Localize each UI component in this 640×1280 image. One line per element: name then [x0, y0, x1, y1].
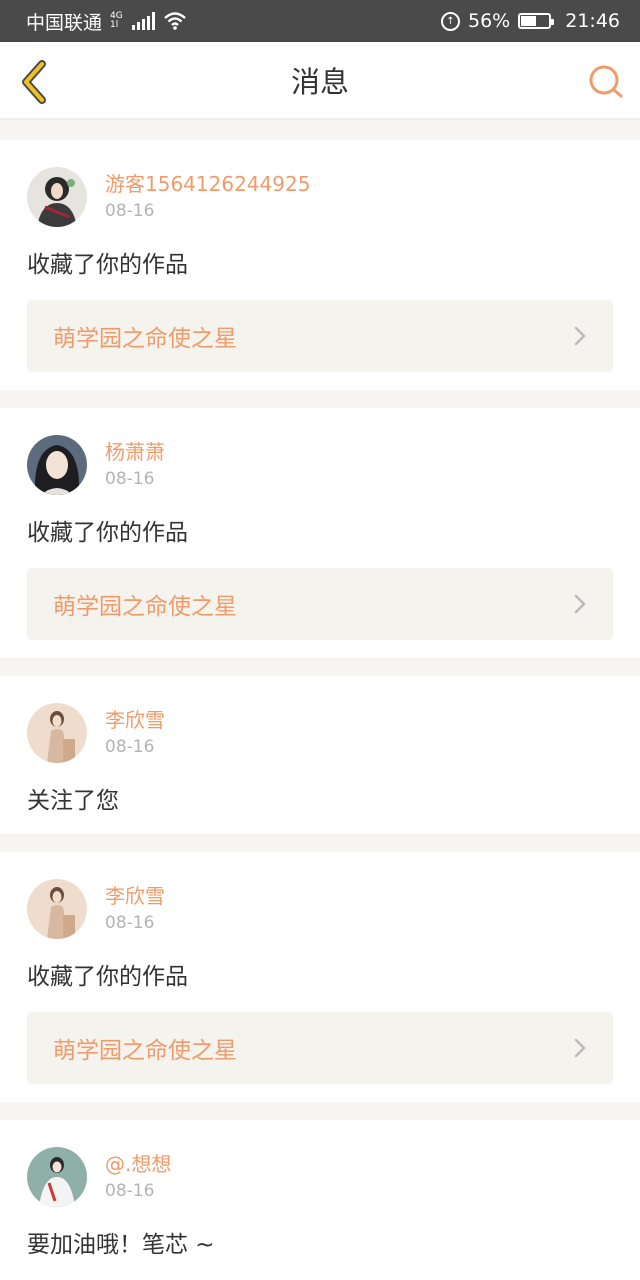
network-type: 4G 1l — [110, 12, 123, 30]
message-action: 收藏了你的作品 — [27, 964, 188, 990]
username[interactable]: 游客1564126244925 — [105, 170, 310, 198]
message-header: 李欣雪 08-16 — [27, 702, 613, 764]
battery-percent: 56% — [468, 10, 511, 32]
message-header: 杨萧萧 08-16 — [27, 434, 613, 496]
username[interactable]: 李欣雪 — [105, 882, 165, 910]
work-title: 萌学园之命使之星 — [53, 1038, 237, 1064]
status-left: 中国联通 4G 1l — [26, 8, 187, 35]
work-link[interactable]: 萌学园之命使之星 — [27, 300, 613, 372]
message-date: 08-16 — [105, 737, 155, 757]
chevron-right-icon — [574, 1038, 586, 1058]
message-card: 游客1564126244925 08-16 收藏了你的作品 萌学园之命使之星 — [0, 140, 640, 390]
message-header: 李欣雪 08-16 — [27, 878, 613, 940]
username[interactable]: @.想想 — [105, 1150, 171, 1178]
message-card: @.想想 08-16 要加油哦！笔芯 ~ — [0, 1120, 640, 1280]
avatar[interactable] — [27, 879, 87, 939]
wifi-icon — [163, 12, 186, 30]
status-right: ↑ 56% 21:46 — [441, 10, 620, 32]
avatar[interactable] — [27, 167, 87, 227]
message-date: 08-16 — [105, 469, 155, 489]
work-title: 萌学园之命使之星 — [53, 594, 237, 620]
username[interactable]: 杨萧萧 — [105, 438, 165, 466]
work-title: 萌学园之命使之星 — [53, 326, 237, 352]
signal-icon — [131, 12, 155, 30]
header: 消息 — [0, 42, 640, 120]
message-action: 收藏了你的作品 — [27, 520, 188, 546]
clock: 21:46 — [565, 10, 620, 32]
avatar[interactable] — [27, 703, 87, 763]
network-sub-label: 1l — [110, 20, 119, 30]
message-meta: 李欣雪 08-16 — [105, 706, 165, 760]
battery-icon — [518, 13, 555, 29]
message-meta: @.想想 08-16 — [105, 1150, 171, 1204]
message-header: 游客1564126244925 08-16 — [27, 166, 613, 228]
status-bar: 中国联通 4G 1l ↑ 56% 21:46 — [0, 0, 640, 42]
data-saver-icon: ↑ — [441, 11, 460, 31]
message-card: 李欣雪 08-16 收藏了你的作品 萌学园之命使之星 — [0, 852, 640, 1102]
message-date: 08-16 — [105, 913, 155, 933]
chevron-left-icon[interactable] — [16, 58, 52, 106]
search-icon[interactable] — [586, 62, 626, 102]
chevron-right-icon — [574, 594, 586, 614]
username[interactable]: 李欣雪 — [105, 706, 165, 734]
message-meta: 杨萧萧 08-16 — [105, 438, 165, 492]
message-header: @.想想 08-16 — [27, 1146, 613, 1208]
message-action: 要加油哦！笔芯 ~ — [27, 1232, 215, 1258]
message-card: 李欣雪 08-16 关注了您 — [0, 676, 640, 834]
message-action: 收藏了你的作品 — [27, 252, 188, 278]
battery-level — [521, 16, 537, 26]
message-card: 杨萧萧 08-16 收藏了你的作品 萌学园之命使之星 — [0, 408, 640, 658]
message-meta: 游客1564126244925 08-16 — [105, 170, 310, 224]
carrier-label: 中国联通 — [26, 11, 103, 34]
chevron-right-icon — [574, 326, 586, 346]
message-meta: 李欣雪 08-16 — [105, 882, 165, 936]
avatar[interactable] — [27, 1147, 87, 1207]
work-link[interactable]: 萌学园之命使之星 — [27, 568, 613, 640]
message-date: 08-16 — [105, 201, 155, 221]
avatar[interactable] — [27, 435, 87, 495]
work-link[interactable]: 萌学园之命使之星 — [27, 1012, 613, 1084]
message-action: 关注了您 — [27, 788, 119, 814]
message-list: 游客1564126244925 08-16 收藏了你的作品 萌学园之命使之星 杨… — [0, 120, 640, 1280]
message-date: 08-16 — [105, 1181, 155, 1201]
page-title: 消息 — [290, 65, 349, 99]
